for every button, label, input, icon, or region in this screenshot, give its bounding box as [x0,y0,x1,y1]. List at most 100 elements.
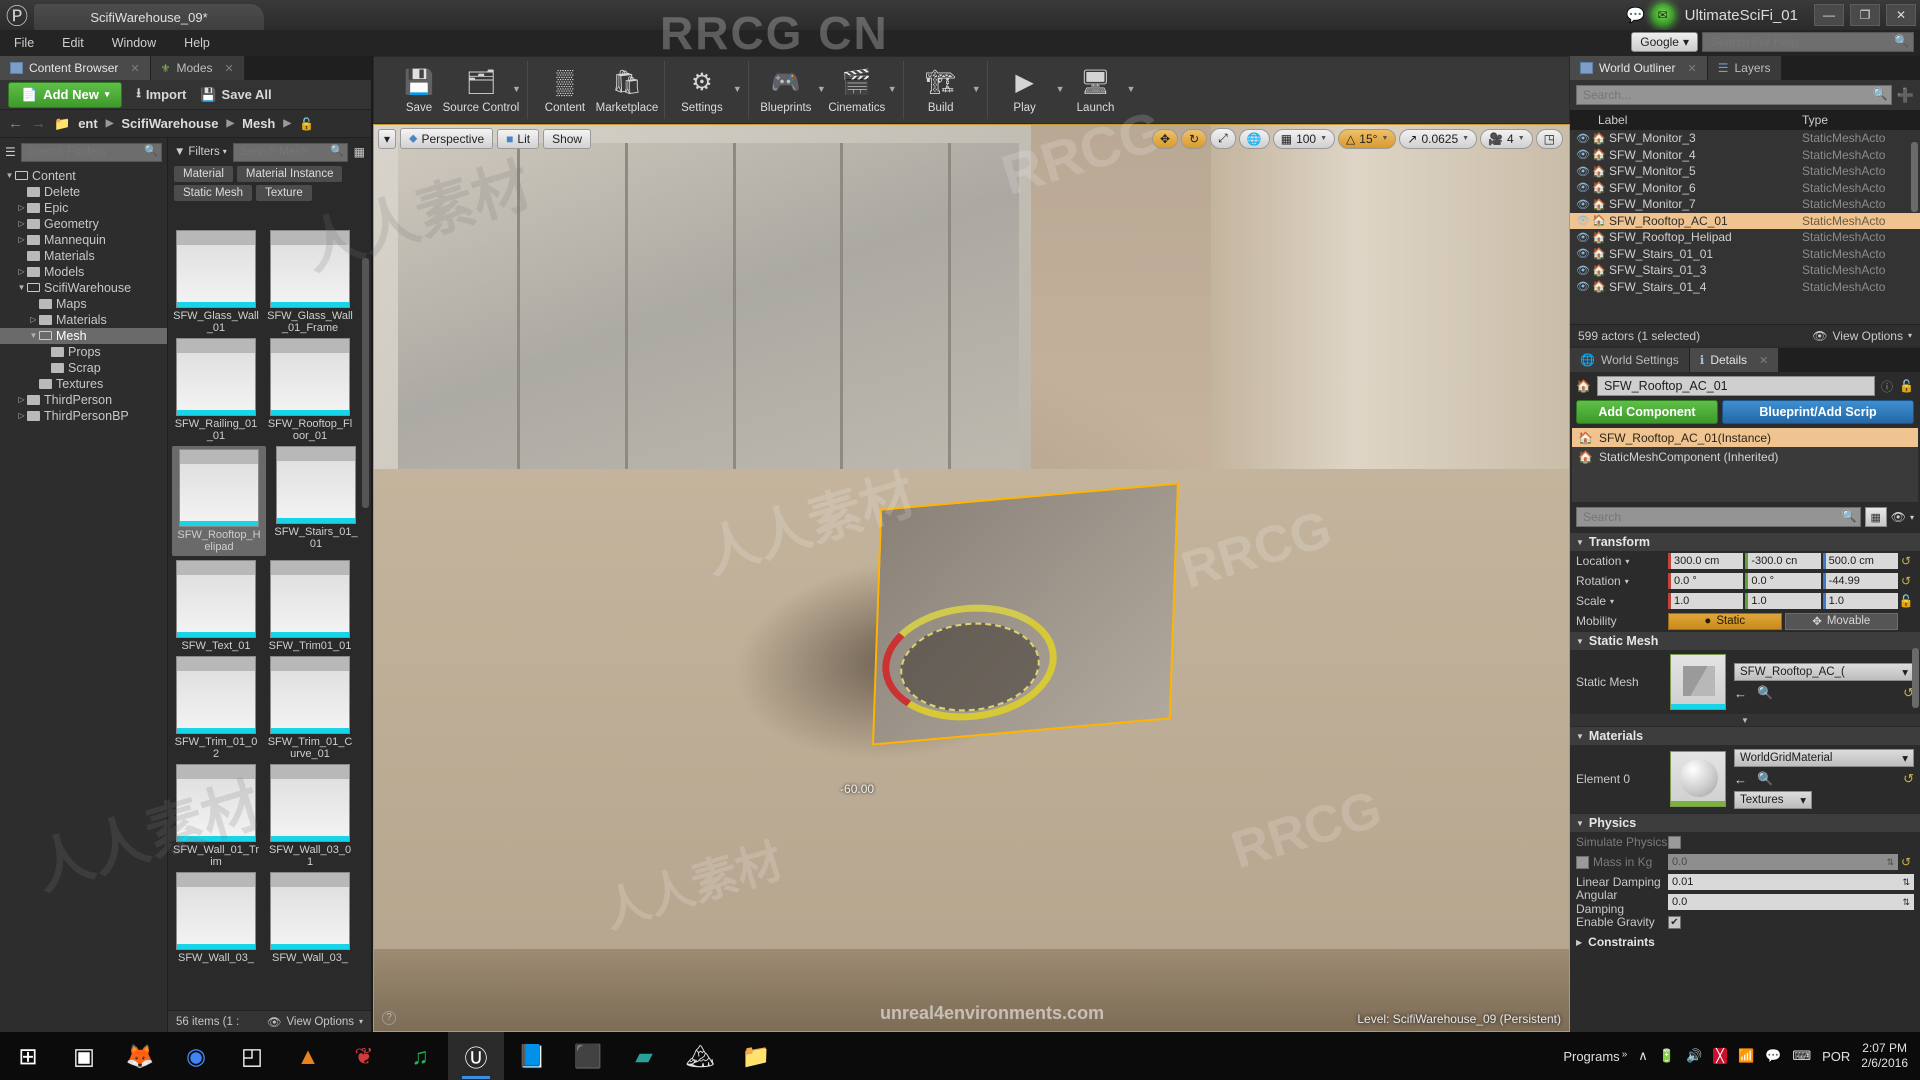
restore-button[interactable]: ❐ [1850,4,1880,26]
mass-override-checkbox[interactable] [1576,855,1589,869]
chevron-down-icon[interactable]: ▼ [733,84,742,94]
simulate-physics-checkbox[interactable] [1668,835,1681,849]
rotation-y-field[interactable]: 0.0 ° [1745,573,1821,589]
details-scrollbar[interactable] [1912,648,1919,708]
linear-damping-field[interactable]: 0.01 ⇅ [1668,874,1914,890]
column-header-type[interactable]: Type [1802,113,1914,127]
tree-twisty-icon[interactable]: ▷ [16,267,27,276]
visibility-eye-icon[interactable]: 👁 [1576,148,1592,161]
close-button[interactable]: ✕ [1886,4,1916,26]
details-search-input[interactable] [1576,507,1861,527]
search-engine-dropdown[interactable]: Google ▾ [1631,32,1698,52]
folder-tree-item[interactable]: ▷ Mannequin [0,232,167,248]
lock-icon[interactable]: 🔓 [1899,379,1914,393]
asset-view-options-icon[interactable]: ▦ [354,145,365,159]
tree-twisty-icon[interactable]: ▼ [16,283,27,292]
chevron-down-icon[interactable]: ▾ [1610,597,1614,606]
folder-tree-item[interactable]: ▷ ThirdPersonBP [0,408,167,424]
folder-tree-item[interactable]: Materials [0,248,167,264]
tree-twisty-icon[interactable]: ▷ [16,235,27,244]
section-transform[interactable]: ▼ Transform [1570,532,1920,551]
rotation-z-field[interactable]: -44.99 [1822,573,1898,589]
minimize-button[interactable]: — [1814,4,1844,26]
mobility-static-button[interactable]: ● Static [1668,612,1782,630]
filter-chip[interactable]: Static Mesh [174,184,253,201]
asset-tile[interactable]: SFW_Railing_01_01 [172,338,260,442]
grid-view-toggle[interactable]: ▦ [1864,507,1887,527]
tab-world-outliner[interactable]: World Outliner ✕ [1570,56,1708,80]
menu-file[interactable]: File [0,30,48,56]
viewport-control-translate[interactable]: ✥ [1152,128,1179,149]
close-icon[interactable]: ✕ [1759,354,1768,367]
static-mesh-expander[interactable]: ▼ [1570,714,1920,726]
use-selected-asset-icon[interactable]: ← [1734,686,1747,701]
reset-icon[interactable]: ↺ [1898,855,1914,869]
toolbar-button-play[interactable]: ▶ Play [994,67,1056,114]
section-materials[interactable]: ▼ Materials [1570,726,1920,745]
scale-z-field[interactable]: 1.0 [1822,593,1898,609]
folder-tree-item[interactable]: Scrap [0,360,167,376]
outliner-row[interactable]: 👁 🏠 SFW_Stairs_01_01 StaticMeshActo [1570,246,1920,263]
toolbar-button-cinematics[interactable]: 🎬 Cinematics [826,67,888,114]
nav-back-icon[interactable]: ← [8,115,23,132]
visibility-eye-icon[interactable]: 👁 [1576,214,1592,227]
actor-name-input[interactable] [1596,376,1876,396]
textures-dropdown[interactable]: Textures ▾ [1734,791,1812,809]
filters-button[interactable]: ▼ Filters ▾ [174,146,227,158]
outliner-row[interactable]: 👁 🏠 SFW_Monitor_5 StaticMeshActo [1570,163,1920,180]
asset-tile[interactable]: SFW_Wall_01_Trim [172,764,260,868]
folder-tree-item[interactable]: Textures [0,376,167,392]
outliner-scrollbar[interactable] [1911,142,1918,212]
language-indicator[interactable]: POR [1822,1049,1850,1064]
folder-tree-item[interactable]: ▼ ScifiWarehouse [0,280,167,296]
outliner-search-input[interactable] [1576,85,1892,105]
taskbar-item-spotify[interactable]: ♫ [392,1032,448,1080]
battery-icon[interactable]: 🔋 [1659,1048,1675,1064]
taskbar-item-reader[interactable]: 📘 [504,1032,560,1080]
menu-window[interactable]: Window [98,30,170,56]
toolbar-button-settings[interactable]: ⚙ Settings [671,67,733,114]
taskbar-item-unreal-engine[interactable]: Ⓤ [448,1032,504,1080]
asset-tile[interactable]: SFW_Wall_03_01 [266,764,354,868]
viewport-control-world-globe[interactable]: 🌐 [1238,128,1270,149]
mass-in-kg-field[interactable]: 0.0 ⇅ [1668,854,1898,870]
use-selected-asset-icon[interactable]: ← [1734,772,1747,787]
programs-button[interactable]: Programs » [1563,1049,1627,1064]
chevron-down-icon[interactable]: ▼ [972,84,981,94]
location-y-field[interactable]: -300.0 cn [1745,553,1821,569]
folder-search-input[interactable] [20,142,162,162]
menu-edit[interactable]: Edit [48,30,98,56]
taskbar-item-vlc[interactable]: ▲ [280,1032,336,1080]
reset-rotation-icon[interactable]: ↺ [1898,574,1914,588]
spinner-icon[interactable]: ⇅ [1902,897,1910,908]
taskbar-item-photos[interactable]: 🏔 [672,1032,728,1080]
folder-tree-item[interactable]: ▷ Epic [0,200,167,216]
nav-forward-icon[interactable]: → [31,115,46,132]
chevron-down-icon[interactable]: ▼ [1518,135,1525,142]
filter-chip[interactable]: Texture [256,184,312,201]
folder-tree-item[interactable]: Delete [0,184,167,200]
folder-tree-item[interactable]: Maps [0,296,167,312]
tab-content-browser[interactable]: Content Browser ✕ [0,56,151,80]
filter-chip[interactable]: Material Instance [236,165,343,182]
visibility-eye-icon[interactable]: 👁 [1576,198,1592,211]
keyboard-icon[interactable]: ⌨ [1792,1048,1811,1064]
asset-tile[interactable]: SFW_Text_01 [172,560,260,652]
section-physics[interactable]: ▼ Physics [1570,813,1920,832]
tab-world-settings[interactable]: 🌐 World Settings [1570,348,1690,372]
viewport-control-scale[interactable]: ⤢ [1210,128,1236,149]
tree-twisty-icon[interactable]: ▷ [16,411,27,420]
chevron-down-icon[interactable]: ▾ [1910,513,1914,522]
component-row-staticmesh[interactable]: 🏠 StaticMeshComponent (Inherited) [1572,447,1918,466]
asset-tile[interactable]: SFW_Wall_03_ [172,872,260,964]
breadcrumb-item-1[interactable]: ScifiWarehouse [121,116,218,131]
save-all-button[interactable]: 💾 Save All [200,87,271,103]
close-icon[interactable]: ✕ [130,62,139,75]
section-static-mesh[interactable]: ▼ Static Mesh [1570,631,1920,650]
component-row-instance[interactable]: 🏠 SFW_Rooftop_AC_01(Instance) [1572,428,1918,447]
visibility-eye-icon[interactable]: 👁 [1576,280,1592,293]
asset-tile[interactable]: SFW_Glass_Wall_01_Frame [266,230,354,334]
chevron-down-icon[interactable]: ▼ [1127,84,1136,94]
folder-tree-item[interactable]: ▷ ThirdPerson [0,392,167,408]
asset-tile[interactable]: SFW_Rooftop_Floor_01 [266,338,354,442]
